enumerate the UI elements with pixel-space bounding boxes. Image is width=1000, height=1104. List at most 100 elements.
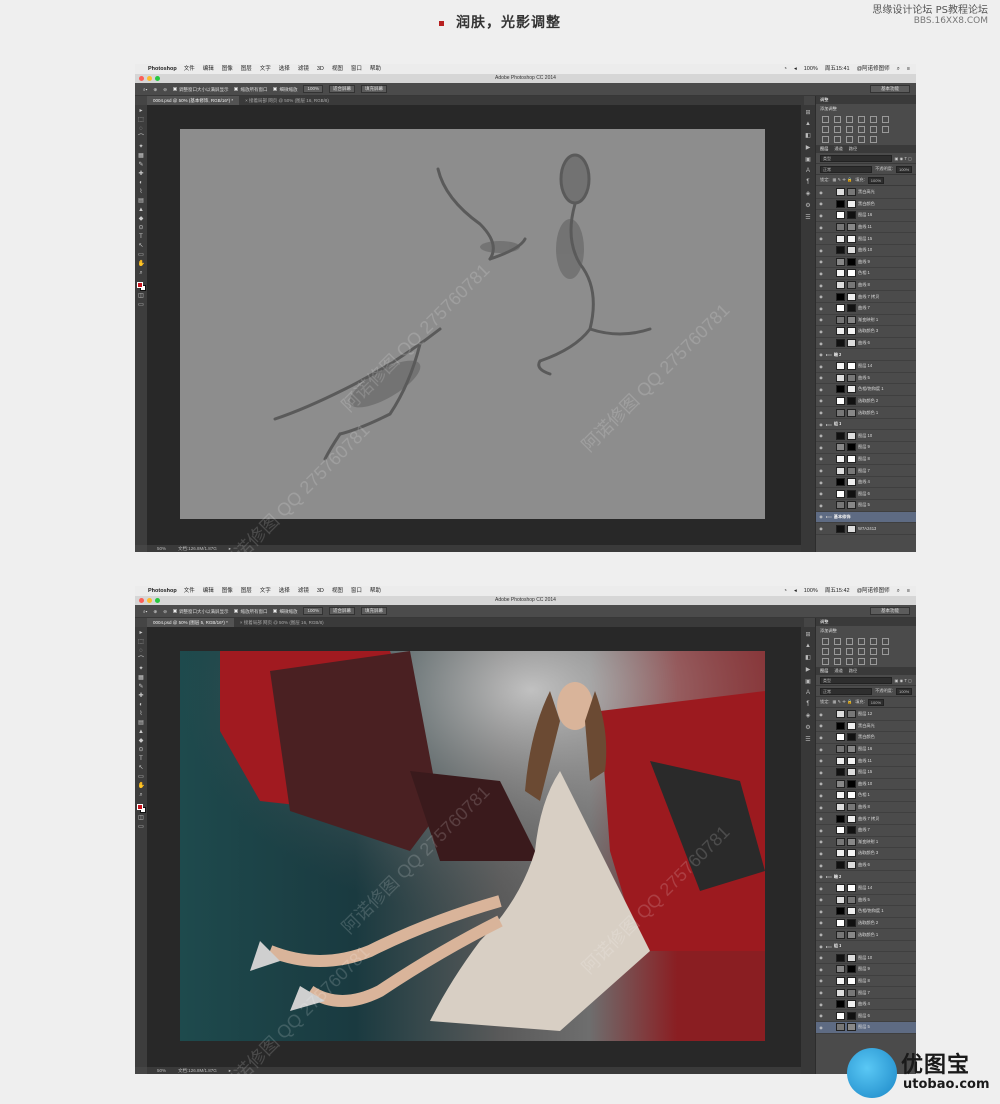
history-brush-icon[interactable]: ⌇ [138,189,145,196]
layer-row[interactable]: ◉ 图层 6 [816,488,916,501]
adjustment-preset-icon[interactable] [822,126,829,133]
visibility-eye-icon[interactable]: ◉ [818,978,824,983]
opacity-input[interactable]: 100% [896,165,912,173]
blur-tool-icon[interactable]: ◆ [138,216,145,223]
brush-presets-icon[interactable]: ⚙ [805,202,810,209]
character-icon[interactable]: A [806,690,810,696]
layer-row[interactable]: ◉ 曲线 9 [816,257,916,269]
scrubby-zoom-checkbox[interactable]: 细微缩放 [273,83,297,96]
layer-row[interactable]: ◉ 渐变映射 1 [816,315,916,327]
minimize-window-button[interactable] [147,76,152,81]
status-arrow-icon[interactable]: ▸ [229,1067,231,1074]
tool-presets-icon[interactable]: ☰ [805,736,810,743]
visibility-eye-icon[interactable]: ◉ [818,758,824,763]
menu-item[interactable]: 选择 [279,588,290,594]
dodge-tool-icon[interactable]: ⊙ [138,225,145,232]
blend-mode-select[interactable]: 正常 [820,165,873,173]
layer-row[interactable]: ◉ 曲线 5 [816,895,916,907]
document-canvas[interactable] [180,651,765,1041]
visibility-eye-icon[interactable]: ◉ [818,712,824,717]
layer-row[interactable]: ◉ 图层 9 [816,442,916,454]
history-icon[interactable]: ◧ [805,654,811,661]
adjustment-preset-icon[interactable] [870,116,877,123]
zoom-all-checkbox[interactable]: 缩放所有窗口 [234,83,267,96]
canvas-area[interactable] [147,627,801,1067]
path-select-icon[interactable]: ↖ [138,765,145,772]
menu-item[interactable]: 编辑 [203,66,214,72]
zoom-window-button[interactable] [155,76,160,81]
eraser-icon[interactable]: ▤ [138,720,145,727]
document-tab[interactable]: × 接着局部 网页 @ 50% (图层 16, RGB/8) [234,618,330,627]
menu-item[interactable]: 选择 [279,66,290,72]
layer-row[interactable]: ◉ 曲线 7 拷贝 [816,291,916,303]
visibility-eye-icon[interactable]: ◉ [818,341,824,346]
history-icon[interactable]: ◧ [805,132,811,139]
fit-screen-button[interactable]: 适合屏幕 [329,85,355,93]
visibility-eye-icon[interactable]: ◉ [818,944,824,949]
layer-row[interactable]: ◉ 图层 15 [816,767,916,779]
visibility-eye-icon[interactable]: ◉ [818,886,824,891]
menu-item[interactable]: 文件 [184,66,195,72]
adjustment-preset-icon[interactable] [882,638,889,645]
layer-row[interactable]: ◉ 图层 10 [816,430,916,443]
layer-row[interactable]: ◉ 曲线 6 [816,338,916,350]
histogram-icon[interactable]: ▲ [805,643,811,649]
color-swatches[interactable] [136,282,146,291]
zoom-tool-icon[interactable]: ⌕ [138,792,145,799]
visibility-eye-icon[interactable]: ◉ [818,283,824,288]
adjustment-preset-icon[interactable] [822,116,829,123]
brush-presets-icon[interactable]: ⚙ [805,724,810,731]
actions-icon[interactable]: ▶ [806,666,811,673]
layer-row[interactable]: ◉ 曲线 11 [816,755,916,767]
group-folder-icon[interactable]: ▸▭ [826,514,832,519]
visibility-eye-icon[interactable]: ◉ [818,503,824,508]
navigator-icon[interactable]: ⊞ [805,631,810,638]
hand-tool-icon[interactable]: ✋ [138,261,145,268]
visibility-eye-icon[interactable]: ◉ [818,1013,824,1018]
app-menu[interactable]: Photoshop [148,586,177,596]
visibility-eye-icon[interactable]: ◉ [818,967,824,972]
layer-row[interactable]: ◉ 选取颜色 2 [816,396,916,408]
menu-item[interactable]: 图像 [222,588,233,594]
layer-row[interactable]: ◉ ▸▭ 组 1 [816,419,916,431]
quick-mask-icon[interactable]: ◫ [138,293,145,300]
visibility-eye-icon[interactable]: ◉ [818,747,824,752]
adjustment-preset-icon[interactable] [882,648,889,655]
adjustment-preset-icon[interactable] [858,648,865,655]
adjustment-preset-icon[interactable] [870,648,877,655]
layer-row[interactable]: ◉ 色相/饱和度 1 [816,906,916,918]
layer-row[interactable]: ◉ 曲线 8 [816,802,916,814]
adjustment-preset-icon[interactable] [882,116,889,123]
tab-paths[interactable]: 路径 [849,145,857,153]
opacity-input[interactable]: 100% [896,687,912,695]
visibility-eye-icon[interactable]: ◉ [818,932,824,937]
minimize-window-button[interactable] [147,598,152,603]
layer-row[interactable]: ◉ 曲线 7 拷贝 [816,813,916,825]
marquee-tool-icon[interactable]: ⬚ [138,117,145,124]
zoom-level[interactable]: 50% [157,545,166,552]
visibility-eye-icon[interactable]: ◉ [818,805,824,810]
visibility-eye-icon[interactable]: ◉ [818,422,824,427]
zoom-window-button[interactable] [155,598,160,603]
tab-channels[interactable]: 通道 [834,667,842,675]
group-folder-icon[interactable]: ▸▭ [826,874,832,879]
workspace-select[interactable]: 基本功能 [870,607,910,615]
menu-item[interactable]: 窗口 [351,588,362,594]
gradient-tool-icon[interactable]: ▲ [138,207,145,214]
tab-layers[interactable]: 图层 [820,667,828,675]
layer-row[interactable]: ◉ 黑白颜色 [816,732,916,744]
close-window-button[interactable] [139,598,144,603]
layer-row[interactable]: ◉ 色相 1 [816,790,916,802]
layer-row[interactable]: ◉ 图层 8 [816,454,916,466]
visibility-eye-icon[interactable]: ◉ [818,909,824,914]
visibility-eye-icon[interactable]: ◉ [818,468,824,473]
app-menu[interactable]: Photoshop [148,64,177,74]
layer-row[interactable]: ◉ 曲线 10 [816,245,916,257]
visibility-eye-icon[interactable]: ◉ [818,863,824,868]
color-swatches[interactable] [136,804,146,813]
menu-item[interactable]: 文字 [260,66,271,72]
search-icon[interactable]: ⌕ [897,586,900,596]
document-tab[interactable]: 0004.psd @ 50% (图层 5, RGB/16*) * [147,618,234,627]
character-icon[interactable]: A [806,168,810,174]
canvas-area[interactable] [147,105,801,545]
